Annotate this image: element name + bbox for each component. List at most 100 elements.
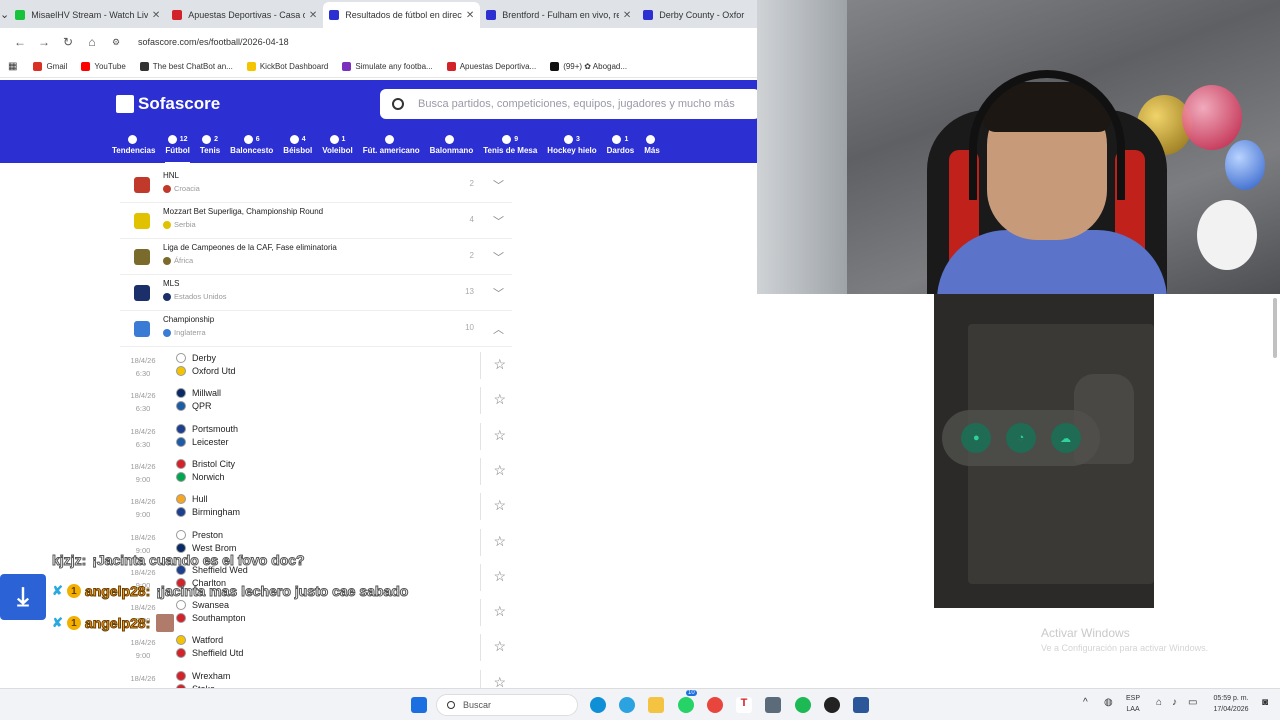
match-row[interactable]: 18/4/26 6:30 Portsmouth Leicester ☆: [120, 419, 512, 454]
favorite-star-icon[interactable]: ☆: [493, 391, 506, 408]
obs-icon[interactable]: [824, 697, 840, 713]
tab-close-icon[interactable]: ✕: [466, 10, 474, 21]
match-row[interactable]: 18/4/26 9:00 Swansea Southampton ☆: [120, 595, 512, 630]
favorite-star-icon[interactable]: ☆: [493, 462, 506, 479]
cloud-upload-icon[interactable]: ☁: [1050, 423, 1081, 453]
sport-tab[interactable]: 4 Béisbol: [283, 132, 312, 155]
browser-tab[interactable]: Brentford - Fulham en vivo, res ✕: [480, 2, 637, 28]
language-indicator[interactable]: ESP LAA: [1126, 693, 1140, 715]
league-row[interactable]: Championship Inglaterra 10 ︿: [120, 311, 512, 347]
sport-label: Balonmano: [429, 146, 474, 155]
home-icon[interactable]: ⌂: [80, 35, 104, 49]
favorite-star-icon[interactable]: ☆: [493, 568, 506, 585]
bookmark-favicon-icon: [81, 62, 91, 71]
chevron-down-icon[interactable]: ﹀: [493, 249, 504, 265]
whatsapp-icon[interactable]: 10: [678, 690, 697, 713]
sport-tab[interactable]: Balonmano: [429, 132, 474, 155]
bookmark-item[interactable]: KickBot Dashboard: [246, 62, 328, 71]
favorite-star-icon[interactable]: ☆: [493, 638, 506, 655]
url-field[interactable]: sofascore.com/es/football/2026-04-18: [138, 37, 289, 47]
chevron-down-icon[interactable]: ﹀: [493, 285, 504, 301]
gauge-icon[interactable]: ◔: [1005, 423, 1036, 453]
bookmark-item[interactable]: Gmail: [33, 62, 67, 71]
bookmark-item[interactable]: Simulate any footba...: [342, 62, 433, 71]
bookmark-label: Simulate any footba...: [355, 62, 433, 71]
taskbar-search[interactable]: Buscar: [436, 694, 578, 716]
chevron-down-icon[interactable]: ﹀: [493, 177, 504, 193]
scrollbar-thumb[interactable]: [1273, 298, 1277, 358]
bookmark-item[interactable]: (99+) ✿ Abogad...: [550, 62, 627, 71]
search-input[interactable]: Busca partidos, competiciones, equipos, …: [380, 89, 760, 119]
country-flag-icon: [163, 184, 171, 193]
match-row[interactable]: 18/4/26 9:00 Hull Birmingham ☆: [120, 489, 512, 524]
favorite-star-icon[interactable]: ☆: [493, 603, 506, 620]
team-crest-icon: [176, 507, 186, 518]
chevron-down-icon[interactable]: ﹀: [493, 213, 504, 229]
match-row[interactable]: 18/4/26 9:00 Watford Sheffield Utd ☆: [120, 630, 512, 665]
apps-grid-icon[interactable]: ▦: [8, 61, 17, 72]
app-t-icon[interactable]: T: [736, 697, 752, 713]
calculator-icon[interactable]: [765, 697, 781, 713]
spotify-icon[interactable]: [795, 697, 811, 713]
network-icon[interactable]: ⌂: [1156, 697, 1162, 708]
reload-icon[interactable]: ↻: [56, 35, 80, 49]
edge-icon[interactable]: [590, 697, 606, 713]
sport-tab[interactable]: Tendencias: [112, 132, 155, 155]
browser-tab[interactable]: MisaelHV Stream - Watch Live ✕: [9, 2, 166, 28]
match-row[interactable]: 18/4/26 6:30 Derby Oxford Utd ☆: [120, 348, 512, 383]
bookmark-item[interactable]: The best ChatBot an...: [139, 62, 233, 71]
match-row[interactable]: 18/4/269:00WrexhamStoke☆: [120, 666, 512, 688]
browser-tab[interactable]: Resultados de fútbol en directo ✕: [323, 2, 481, 28]
telegram-icon[interactable]: [619, 697, 635, 713]
match-row[interactable]: 18/4/26 9:00 Bristol City Norwich ☆: [120, 454, 512, 489]
favorite-star-icon[interactable]: ☆: [493, 674, 506, 688]
team-crest-icon: [176, 613, 186, 624]
back-icon[interactable]: ←: [8, 35, 32, 49]
download-icon[interactable]: ⤓: [0, 574, 46, 620]
mic-icon[interactable]: ●: [961, 423, 992, 453]
clock[interactable]: 05:59 p. m. 17/04/2026: [1208, 693, 1254, 715]
sport-tab[interactable]: 1 Dardos: [607, 132, 634, 155]
sport-tab[interactable]: 9 Tenis de Mesa: [483, 132, 537, 155]
league-row[interactable]: MLS Estados Unidos 13 ﹀: [120, 275, 512, 311]
browser-tab[interactable]: Apuestas Deportivas - Casa de ✕: [166, 2, 323, 28]
taskbar-search-label: Buscar: [463, 700, 492, 710]
volume-icon[interactable]: ♪: [1172, 697, 1177, 708]
tab-close-icon[interactable]: ✕: [152, 10, 160, 21]
bookmark-item[interactable]: Apuestas Deportiva...: [446, 62, 536, 71]
sport-tab[interactable]: 6 Baloncesto: [230, 132, 273, 155]
favorite-star-icon[interactable]: ☆: [493, 427, 506, 444]
away-team-name: Norwich: [192, 471, 225, 482]
file-explorer-icon[interactable]: [648, 697, 664, 713]
windows-start-icon[interactable]: [411, 697, 427, 713]
forward-icon[interactable]: →: [32, 35, 56, 49]
league-row[interactable]: Liga de Campeones de la CAF, Fase elimin…: [120, 239, 512, 275]
sofascore-logo[interactable]: Sofascore: [116, 94, 220, 114]
notifications-icon[interactable]: ◙: [1262, 697, 1268, 708]
favorite-star-icon[interactable]: ☆: [493, 533, 506, 550]
tab-list-chevron-icon[interactable]: ⌄: [0, 0, 9, 28]
favorite-star-icon[interactable]: ☆: [493, 356, 506, 373]
league-row[interactable]: HNL Croacia 2 ﹀: [120, 167, 512, 203]
tray-chevron-icon[interactable]: ^: [1083, 697, 1088, 708]
tab-close-icon[interactable]: ✕: [309, 10, 317, 21]
sport-tab[interactable]: Fút. americano: [363, 132, 420, 155]
bookmark-item[interactable]: YouTube: [81, 62, 126, 71]
team-crest-icon: [176, 471, 186, 482]
favorite-star-icon[interactable]: ☆: [493, 497, 506, 514]
sport-tab[interactable]: 2 Tenis: [200, 132, 220, 155]
sport-tab[interactable]: 1 Voleibol: [322, 132, 353, 155]
page-scrollbar[interactable]: [1270, 294, 1280, 688]
microphone-tray-icon[interactable]: ◍: [1104, 697, 1113, 708]
sport-tab[interactable]: Más: [644, 132, 660, 155]
site-info-icon[interactable]: ⚙: [104, 37, 128, 48]
battery-icon[interactable]: ▭: [1188, 697, 1197, 708]
sport-tab[interactable]: 3 Hockey hielo: [547, 132, 597, 155]
word-icon[interactable]: [853, 697, 869, 713]
tab-close-icon[interactable]: ✕: [623, 10, 631, 21]
chrome-icon[interactable]: [707, 697, 723, 713]
sport-tab[interactable]: 12 Fútbol: [165, 132, 191, 164]
league-row[interactable]: Mozzart Bet Superliga, Championship Roun…: [120, 203, 512, 239]
match-row[interactable]: 18/4/26 6:30 Millwall QPR ☆: [120, 383, 512, 418]
chevron-up-icon[interactable]: ︿: [493, 321, 504, 337]
